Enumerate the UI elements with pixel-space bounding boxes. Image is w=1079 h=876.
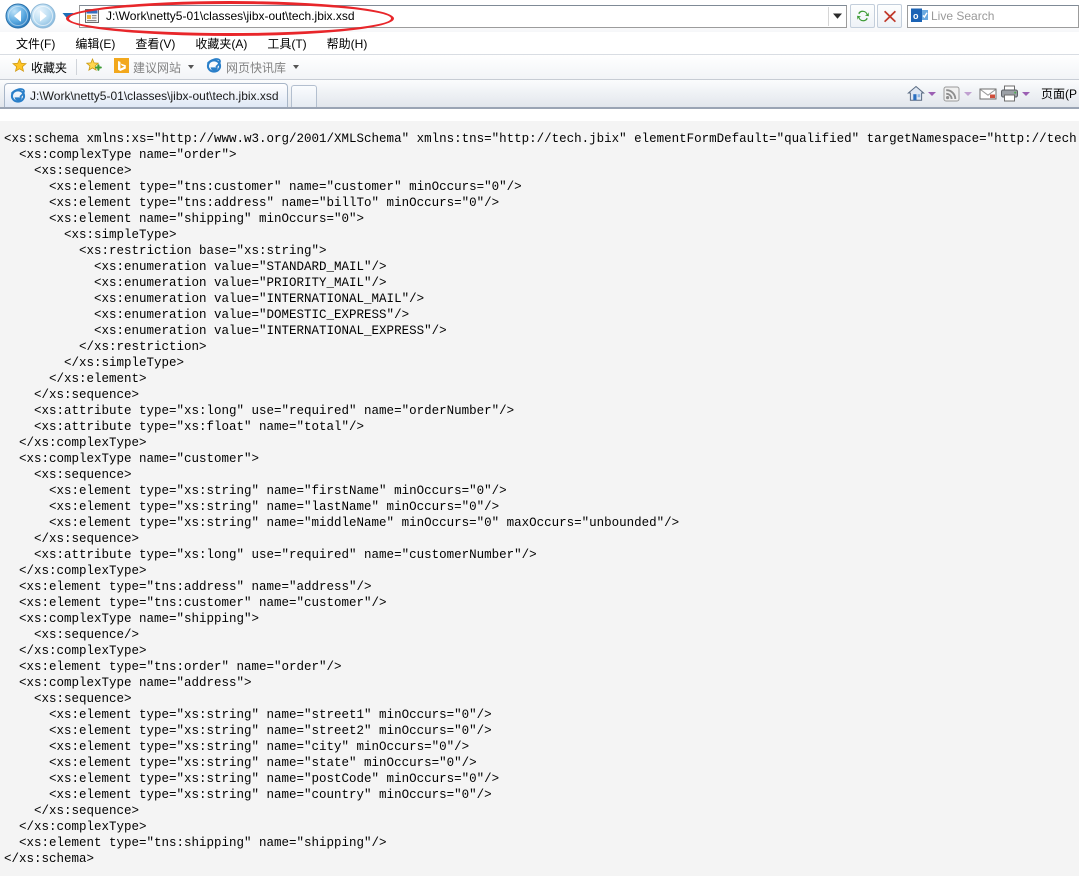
back-button[interactable]	[4, 3, 31, 30]
address-bar[interactable]: J:\Work\netty5-01\classes\jibx-out\tech.…	[79, 4, 847, 28]
star-icon	[11, 57, 28, 76]
menu-tools[interactable]: 工具(T)	[257, 34, 316, 53]
menu-favorites[interactable]: 收藏夹(A)	[185, 34, 257, 53]
favorites-button[interactable]: 收藏夹	[6, 57, 73, 76]
favorites-divider	[76, 59, 78, 75]
print-dropdown-caret[interactable]	[1021, 91, 1030, 96]
page-content: <xs:schema xmlns:xs="http://www.w3.org/2…	[0, 121, 1079, 876]
search-box[interactable]: o Live Search	[907, 4, 1079, 28]
refresh-button[interactable]	[850, 4, 875, 28]
favorites-suggested-sites[interactable]: 建议网站	[108, 58, 200, 76]
rss-feed-icon	[943, 86, 960, 101]
favorites-suggested-sites-label: 建议网站	[133, 60, 182, 75]
xml-source-text: <xs:schema xmlns:xs="http://www.w3.org/2…	[4, 132, 1079, 866]
menu-help[interactable]: 帮助(H)	[317, 34, 378, 53]
refresh-icon	[856, 10, 869, 22]
tab-bar-toolbar: 页面(P	[905, 80, 1079, 107]
address-history-dropdown[interactable]	[828, 6, 846, 26]
chevron-down-icon[interactable]	[293, 65, 300, 69]
internet-explorer-icon	[206, 58, 222, 76]
internet-explorer-icon	[10, 87, 26, 104]
chevron-down-icon	[62, 13, 74, 20]
favorites-bar: 收藏夹 建议网站 网页快讯库	[0, 55, 1079, 80]
tab-title: J:\Work\netty5-01\classes\jibx-out\tech.…	[30, 88, 279, 103]
search-input[interactable]: Live Search	[931, 9, 994, 23]
add-favorite-icon	[85, 57, 102, 76]
page-icon	[84, 8, 100, 24]
back-arrow-icon	[5, 3, 30, 29]
stop-button[interactable]	[877, 4, 902, 28]
address-input-value[interactable]: J:\Work\netty5-01\classes\jibx-out\tech.…	[106, 9, 828, 23]
home-icon	[907, 85, 925, 101]
tab-active[interactable]: J:\Work\netty5-01\classes\jibx-out\tech.…	[4, 83, 288, 107]
menu-edit[interactable]: 编辑(E)	[65, 34, 125, 53]
search-provider-icon: o	[911, 8, 928, 24]
feeds-button[interactable]	[941, 83, 963, 105]
favorites-web-slice-gallery[interactable]: 网页快讯库	[200, 58, 305, 76]
chevron-down-icon[interactable]	[188, 65, 195, 69]
home-dropdown-caret[interactable]	[927, 91, 936, 96]
print-button[interactable]	[999, 83, 1021, 105]
add-to-favorites-button[interactable]	[80, 57, 108, 76]
forward-button[interactable]	[29, 3, 56, 30]
favorites-web-slice-gallery-label: 网页快讯库	[226, 60, 287, 75]
chevron-down-icon	[833, 13, 842, 19]
close-icon	[883, 10, 896, 23]
tab-bar: J:\Work\netty5-01\classes\jibx-out\tech.…	[0, 80, 1079, 109]
browser-navigation-bar: J:\Work\netty5-01\classes\jibx-out\tech.…	[0, 0, 1079, 36]
forward-arrow-icon	[30, 3, 55, 29]
favorites-label: 收藏夹	[31, 60, 68, 75]
print-icon	[1001, 85, 1019, 102]
menu-bar: 文件(F) 编辑(E) 查看(V) 收藏夹(A) 工具(T) 帮助(H)	[0, 32, 1079, 55]
svg-text:o: o	[913, 11, 919, 21]
new-tab-button[interactable]	[290, 85, 317, 107]
home-button[interactable]	[905, 83, 927, 105]
recent-pages-dropdown[interactable]	[60, 6, 76, 26]
menu-file[interactable]: 文件(F)	[6, 34, 65, 53]
mail-icon	[979, 88, 997, 99]
page-menu-button[interactable]: 页面(P	[1041, 85, 1077, 102]
feeds-dropdown-caret[interactable]	[963, 91, 972, 96]
bing-icon	[114, 58, 130, 76]
menu-view[interactable]: 查看(V)	[125, 34, 185, 53]
read-mail-button[interactable]	[977, 83, 999, 105]
